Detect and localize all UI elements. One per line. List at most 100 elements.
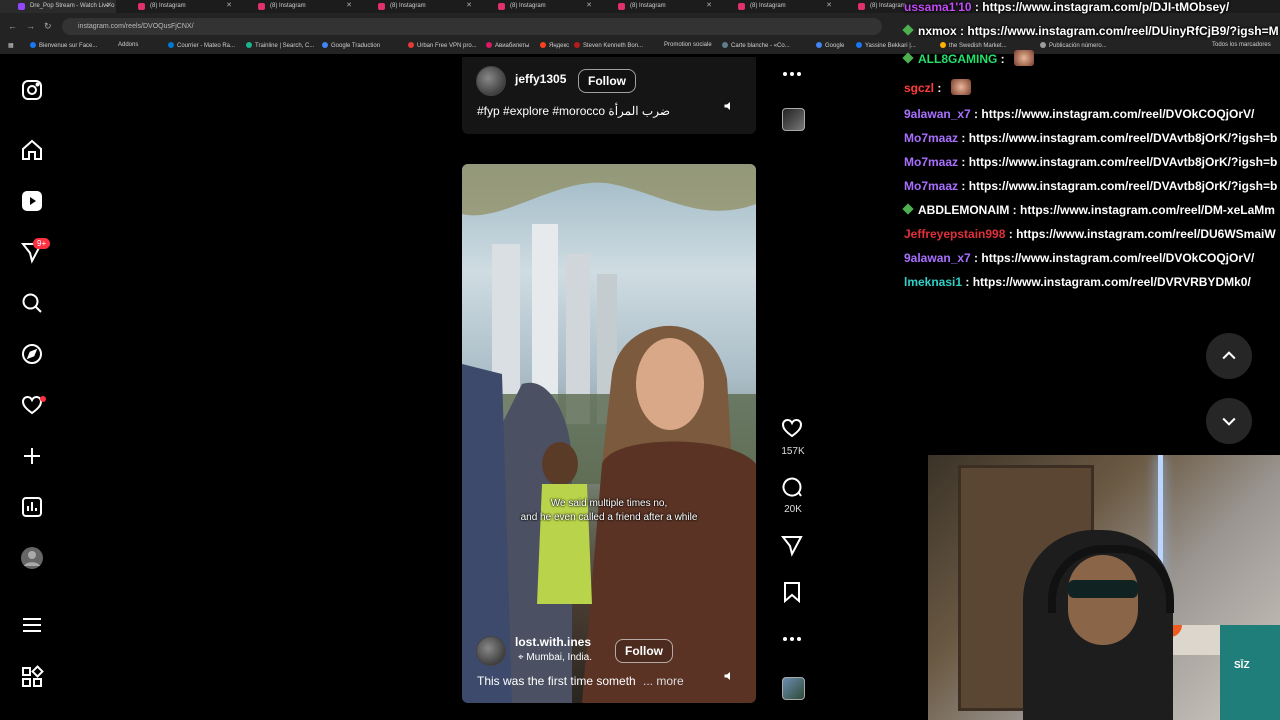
- bookmark-item[interactable]: Trainline | Search, C...: [246, 42, 314, 49]
- location-label[interactable]: ⌖ Mumbai, India.: [518, 652, 592, 663]
- chat-text[interactable]: https://www.instagram.com/reel/DVAvtb8jO…: [969, 155, 1278, 169]
- chat-text[interactable]: https://www.instagram.com/reel/DVOkCOQjO…: [981, 251, 1254, 265]
- chat-message: 9alawan_x7 : https://www.instagram.com/r…: [904, 251, 1254, 265]
- close-tab-icon[interactable]: ✕: [106, 0, 112, 12]
- like-heart-icon[interactable]: [780, 416, 806, 442]
- speaker-icon[interactable]: [723, 670, 735, 682]
- chat-text[interactable]: https://www.instagram.com/reel/DVOkCOQjO…: [981, 107, 1254, 121]
- browser-tab[interactable]: (8) Instagram ✕: [360, 0, 476, 13]
- forward-icon[interactable]: →: [26, 21, 35, 31]
- close-tab-icon[interactable]: ✕: [586, 0, 592, 12]
- url-input[interactable]: instagram.com/reels/DVOQusFjCNX/: [62, 18, 882, 35]
- chat-text[interactable]: https://www.instagram.com/reel/DVAvtb8jO…: [969, 131, 1278, 145]
- bookmark-item[interactable]: Urban Free VPN pro...: [408, 42, 477, 49]
- browser-tab[interactable]: (8) Instagram ✕: [480, 0, 596, 13]
- chat-text[interactable]: https://www.instagram.com/p/DJI-tMObsey/: [982, 0, 1229, 14]
- search-icon[interactable]: [20, 291, 44, 315]
- bookmark-item[interactable]: Авиабилеты: [486, 42, 529, 49]
- tab-title: (8) Instagram: [150, 3, 186, 9]
- reel-username[interactable]: lost.with.ines: [515, 635, 591, 649]
- instagram-logo-icon[interactable]: [20, 78, 44, 102]
- avatar[interactable]: [476, 66, 506, 96]
- apps-icon[interactable]: ▦: [8, 42, 14, 49]
- profile-avatar[interactable]: [20, 546, 44, 570]
- next-reel-button[interactable]: [1206, 398, 1252, 444]
- browser-tab[interactable]: (8) Instagram ✕: [240, 0, 356, 13]
- more-options-icon[interactable]: [780, 627, 806, 653]
- follow-button[interactable]: Follow: [578, 69, 636, 93]
- chat-separator: :: [997, 52, 1009, 66]
- browser-tab[interactable]: (8) Instagram ✕: [120, 0, 236, 13]
- bookmark-item[interactable]: Bienvenue sur Face...: [30, 42, 97, 49]
- instagram-favicon-icon: [138, 3, 145, 10]
- save-bookmark-icon[interactable]: [780, 580, 806, 606]
- audio-thumbnail[interactable]: [782, 677, 805, 700]
- webcam-chair-label: SĪZ: [1234, 660, 1250, 671]
- chat-username[interactable]: ussama1'10: [904, 0, 972, 14]
- browser-tab[interactable]: Dre_Pop Stream - Watch Live o ✕: [0, 0, 116, 13]
- chat-username[interactable]: Jeffreyepstain998: [904, 227, 1005, 241]
- reels-icon[interactable]: [20, 189, 44, 213]
- home-icon[interactable]: [20, 138, 44, 162]
- speaker-icon[interactable]: [723, 100, 735, 112]
- explore-compass-icon[interactable]: [20, 342, 44, 366]
- instagram-favicon-icon: [618, 3, 625, 10]
- chat-text[interactable]: https://www.instagram.com/reel/DVRVRBYDM…: [973, 275, 1251, 289]
- reload-icon[interactable]: ↻: [44, 21, 52, 32]
- browser-tab[interactable]: (8) Instagram ✕: [720, 0, 836, 13]
- close-tab-icon[interactable]: ✕: [346, 0, 352, 12]
- bookmark-item[interactable]: Promotion sociale: [664, 42, 712, 48]
- chat-badge-icon: [902, 24, 914, 36]
- menu-icon[interactable]: [20, 613, 44, 637]
- close-tab-icon[interactable]: ✕: [706, 0, 712, 12]
- chat-username[interactable]: sgczl: [904, 81, 934, 95]
- bookmark-item[interactable]: Google Traduction: [322, 42, 380, 49]
- chat-text[interactable]: https://www.instagram.com/reel/DM-xeLaMm: [1020, 203, 1275, 217]
- close-tab-icon[interactable]: ✕: [826, 0, 832, 12]
- dashboard-icon[interactable]: [20, 495, 44, 519]
- more-options-icon[interactable]: [780, 62, 806, 88]
- chat-username[interactable]: Mo7maaz: [904, 179, 958, 193]
- follow-button[interactable]: Follow: [615, 639, 673, 663]
- comment-icon[interactable]: [780, 475, 806, 501]
- chat-separator: :: [971, 0, 983, 14]
- chat-username[interactable]: ABDLEMONAIM: [918, 203, 1009, 217]
- instagram-favicon-icon: [378, 3, 385, 10]
- more-link[interactable]: ... more: [643, 674, 684, 688]
- close-tab-icon[interactable]: ✕: [466, 0, 472, 12]
- bookmark-item[interactable]: Courrier - Mateo Ra...: [168, 42, 235, 49]
- chat-username[interactable]: Mo7maaz: [904, 131, 958, 145]
- bookmark-label: Courrier - Mateo Ra...: [177, 43, 236, 49]
- close-tab-icon[interactable]: ✕: [226, 0, 232, 12]
- chat-username[interactable]: 9alawan_x7: [904, 251, 971, 265]
- create-plus-icon[interactable]: [20, 444, 44, 468]
- bookmark-item[interactable]: Addons: [118, 42, 138, 48]
- chat-text[interactable]: https://www.instagram.com/reel/DU6WSmaiW: [1016, 227, 1276, 241]
- comment-count: 20K: [784, 504, 802, 515]
- bookmark-label: Trainline | Search, C...: [255, 43, 315, 49]
- chat-username[interactable]: nxmox: [918, 24, 957, 38]
- chat-username[interactable]: lmeknasi1: [904, 275, 962, 289]
- previous-reel-button[interactable]: [1206, 333, 1252, 379]
- reel-username[interactable]: jeffy1305: [515, 72, 566, 86]
- chat-username[interactable]: ALL8GAMING: [918, 52, 997, 66]
- chat-separator: :: [958, 155, 969, 169]
- reel-video[interactable]: We said multiple times no, and he even c…: [462, 164, 756, 703]
- chat-username[interactable]: Mo7maaz: [904, 155, 958, 169]
- stream-chat: ussama1'10 : https://www.instagram.com/p…: [896, 0, 1280, 300]
- browser-tab[interactable]: (8) Instagram ✕: [600, 0, 716, 13]
- back-icon[interactable]: ←: [8, 21, 17, 31]
- chat-text[interactable]: https://www.instagram.com/reel/DVAvtb8jO…: [969, 179, 1278, 193]
- bookmark-item[interactable]: Carte blanche - «Co...: [722, 42, 790, 49]
- chat-username[interactable]: 9alawan_x7: [904, 107, 971, 121]
- reel-previous[interactable]: jeffy1305 Follow #fyp #explore #morocco …: [462, 57, 756, 134]
- share-icon[interactable]: [780, 533, 806, 559]
- more-apps-icon[interactable]: [20, 665, 44, 689]
- webcam-chair: [1220, 625, 1280, 720]
- bookmark-item[interactable]: Google: [816, 42, 844, 49]
- chat-text[interactable]: https://www.instagram.com/reel/DUinyRfCj…: [967, 24, 1278, 38]
- bookmark-item[interactable]: Яндекс: [540, 42, 569, 49]
- avatar[interactable]: [476, 636, 506, 666]
- audio-thumbnail[interactable]: [782, 108, 805, 131]
- bookmark-item[interactable]: Steven Kenneth Bon...: [574, 42, 643, 49]
